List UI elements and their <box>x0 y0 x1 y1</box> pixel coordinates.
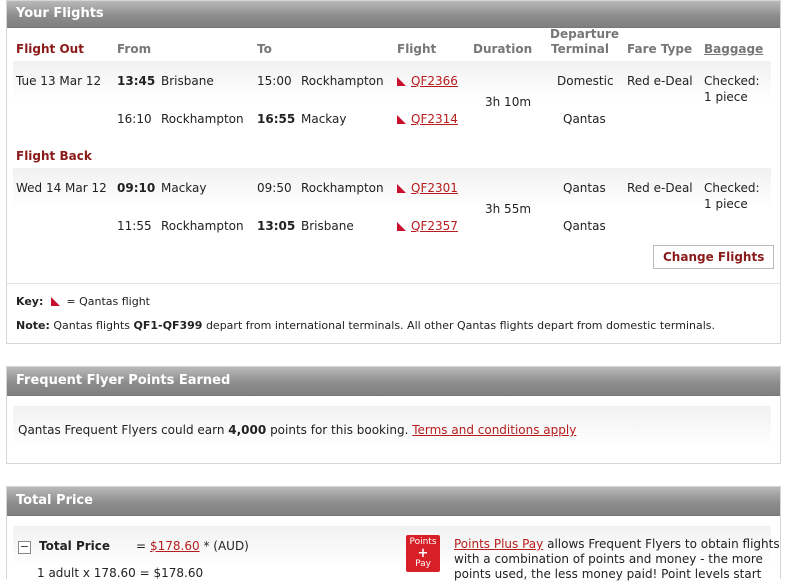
back-leg1-from: Mackay <box>161 181 207 195</box>
back-leg2-dep-time: 11:55 <box>117 219 152 233</box>
flight-out-label: Flight Out <box>16 42 84 56</box>
ppp-text-2: with a combination of points and money -… <box>454 552 763 566</box>
qantas-tail-icon <box>397 77 406 86</box>
ff-text-post: points for this booking. <box>270 423 409 437</box>
back-leg2-from: Rockhampton <box>161 219 244 233</box>
frequent-flyer-title: Frequent Flyer Points Earned <box>7 367 780 396</box>
total-currency: * (AUD) <box>203 539 249 553</box>
divider <box>7 283 780 284</box>
back-leg1-arr-time: 09:50 <box>257 181 292 195</box>
frequent-flyer-panel: Frequent Flyer Points Earned Qantas Freq… <box>6 366 781 464</box>
your-flights-title: Your Flights <box>7 1 780 28</box>
header-departure-line1: Departure <box>550 27 620 41</box>
back-leg1-to: Rockhampton <box>301 181 384 195</box>
ff-points: 4,000 <box>228 423 267 437</box>
out-leg2-flight: QF2314 <box>397 112 458 126</box>
note-bold: QF1-QF399 <box>133 319 203 332</box>
note-post: depart from international terminals. All… <box>205 319 716 332</box>
key-row: Key: = Qantas flight <box>16 295 150 308</box>
points-plus-pay-badge: Points + Pay <box>406 535 440 572</box>
out-leg2-dep-time: 16:10 <box>117 112 152 126</box>
header-flight: Flight <box>397 42 437 56</box>
flight-link-qf2366[interactable]: QF2366 <box>411 74 458 88</box>
ff-text: Qantas Frequent Flyers could earn 4,000 … <box>18 423 576 437</box>
flight-back-duration: 3h 55m <box>485 202 532 216</box>
total-row: − Total Price <box>18 539 110 554</box>
flight-out-baggage-1: Checked: <box>704 74 760 88</box>
flight-back-baggage-1: Checked: <box>704 181 760 195</box>
header-from: From <box>117 42 152 56</box>
back-leg2-flight: QF2357 <box>397 219 458 233</box>
back-leg2-arr-time: 13:05 <box>257 219 296 233</box>
qantas-tail-icon <box>397 222 406 231</box>
out-leg2-to: Mackay <box>301 112 347 126</box>
ff-text-pre: Qantas Frequent Flyers could earn <box>18 423 225 437</box>
total-price-title: Total Price <box>7 487 780 516</box>
change-flights-button[interactable]: Change Flights <box>653 245 775 269</box>
header-departure-line2: Terminal <box>551 42 610 56</box>
header-fare-type: Fare Type <box>627 42 693 56</box>
back-leg1-flight: QF2301 <box>397 181 458 195</box>
total-price-panel: Total Price − Total Price = $178.60 * (AU… <box>6 486 781 586</box>
flight-back-baggage-2: 1 piece <box>704 197 748 211</box>
flight-out-duration: 3h 10m <box>485 95 532 109</box>
qantas-tail-icon <box>397 184 406 193</box>
out-leg1-dep-time: 13:45 <box>117 74 156 88</box>
out-leg1-to: Rockhampton <box>301 74 384 88</box>
out-leg1-terminal: Domestic <box>557 74 614 88</box>
flight-link-qf2314[interactable]: QF2314 <box>411 112 458 126</box>
key-label: Key: <box>16 295 44 308</box>
flight-out-band <box>13 61 771 141</box>
back-leg1-dep-time: 09:10 <box>117 181 156 195</box>
total-eq: = <box>136 539 147 553</box>
flight-back-band <box>13 168 771 248</box>
flight-out-baggage-2: 1 piece <box>704 90 748 104</box>
qantas-tail-icon <box>50 297 60 306</box>
flight-link-qf2301[interactable]: QF2301 <box>411 181 458 195</box>
note-label: Note: <box>16 319 50 332</box>
note-row: Note: Qantas flights QF1-QF399 depart fr… <box>16 319 715 332</box>
header-baggage[interactable]: Baggage <box>704 42 763 56</box>
back-leg2-to: Brisbane <box>301 219 354 233</box>
note-pre: Qantas flights <box>53 319 131 332</box>
out-leg2-terminal: Qantas <box>563 112 606 126</box>
out-leg2-arr-time: 16:55 <box>257 112 296 126</box>
flight-out-fare: Red e-Deal <box>627 74 693 88</box>
points-plus-pay-link[interactable]: Points Plus Pay <box>454 537 543 551</box>
total-label: Total Price <box>39 539 111 553</box>
flight-link-qf2357[interactable]: QF2357 <box>411 219 458 233</box>
header-to: To <box>257 42 272 56</box>
your-flights-panel: Your Flights From To Flight Duration Dep… <box>6 0 781 344</box>
flight-out-date: Tue 13 Mar 12 <box>16 74 102 88</box>
total-breakdown: 1 adult x 178.60 = $178.60 <box>37 566 204 580</box>
flight-back-label: Flight Back <box>16 149 92 163</box>
total-amount[interactable]: $178.60 <box>150 539 200 553</box>
flight-back-date: Wed 14 Mar 12 <box>16 181 107 195</box>
back-leg2-terminal: Qantas <box>563 219 606 233</box>
out-leg1-flight: QF2366 <box>397 74 458 88</box>
qantas-tail-icon <box>397 115 406 124</box>
ppp-line1: Points Plus Pay allows Frequent Flyers t… <box>454 537 780 551</box>
header-duration: Duration <box>473 42 533 56</box>
total-amount-row: $178.60 * (AUD) <box>150 539 249 553</box>
terms-link[interactable]: Terms and conditions apply <box>412 423 576 437</box>
collapse-icon[interactable]: − <box>18 541 31 554</box>
flight-back-fare: Red e-Deal <box>627 181 693 195</box>
badge-plus: + <box>417 546 429 561</box>
badge-pay: Pay <box>415 559 431 569</box>
out-leg2-from: Rockhampton <box>161 112 244 126</box>
out-leg1-from: Brisbane <box>161 74 214 88</box>
back-leg1-terminal: Qantas <box>563 181 606 195</box>
out-leg1-arr-time: 15:00 <box>257 74 292 88</box>
ppp-text-1: allows Frequent Flyers to obtain flights <box>547 537 780 551</box>
key-text: = Qantas flight <box>66 295 150 308</box>
